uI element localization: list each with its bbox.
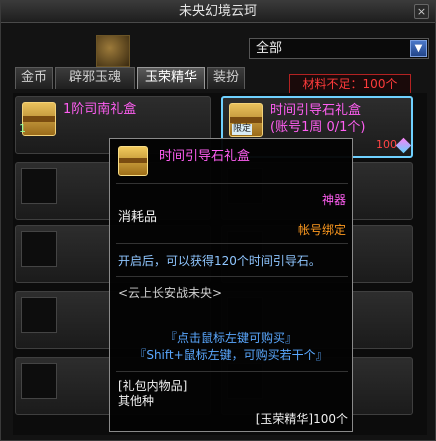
tooltip-flavor: <云上长安战未央>: [118, 286, 223, 300]
insufficient-materials-label: 材料不足：100个: [289, 74, 411, 94]
shop-window: 未央幻境云珂 × 全部 ▼ 金币 辟邪玉魂 玉荣精华 装扮 材料不足：100个 …: [0, 0, 436, 441]
divider: [116, 371, 348, 372]
window-title: 未央幻境云珂: [1, 1, 435, 23]
tab-bixie-yuhun[interactable]: 辟邪玉魂: [55, 67, 135, 89]
gift-box-icon: [22, 102, 56, 136]
tooltip-hint-click: 『点击鼠标左键可购买』: [164, 331, 297, 345]
gift-box-icon: 限定: [229, 103, 263, 137]
divider: [116, 183, 348, 184]
divider: [116, 243, 348, 244]
tooltip-rarity: 神器: [321, 193, 346, 207]
item-tooltip: 时间引导石礼盒 神器 消耗品 帐号绑定 开启后，可以获得120个时间引导石。 <…: [109, 138, 353, 432]
item-name: 时间引导石礼盒 (账号1周 0/1个): [270, 102, 365, 136]
item-limit-text: (账号1周 0/1个): [270, 120, 366, 135]
yurong-essence-icon: [395, 137, 412, 154]
empty-icon-slot: [21, 168, 57, 204]
tooltip-description: 开启后，可以获得120个时间引导石。: [118, 254, 321, 268]
item-name-text: 时间引导石礼盒: [270, 103, 362, 118]
tooltip-title: 时间引导石礼盒: [159, 149, 251, 164]
empty-icon-slot: [21, 363, 57, 399]
tab-gold[interactable]: 金币: [15, 67, 53, 89]
item-quantity: 1: [19, 122, 26, 135]
close-button[interactable]: ×: [414, 4, 429, 19]
tooltip-binding: 帐号绑定: [297, 223, 346, 237]
item-price: 100: [376, 138, 397, 151]
item-name: 1阶司南礼盒: [63, 102, 137, 117]
gift-box-icon: [118, 146, 148, 176]
limited-tag: 限定: [232, 124, 253, 135]
npc-portrait: [96, 35, 130, 67]
tab-yurong-jinghua[interactable]: 玉荣精华: [137, 67, 205, 89]
tab-costume[interactable]: 装扮: [207, 67, 245, 89]
divider: [116, 276, 348, 277]
filter-selected: 全部: [256, 41, 283, 56]
tooltip-cost: [玉荣精华]100个: [255, 412, 348, 426]
empty-icon-slot: [21, 297, 57, 333]
tooltip-hint-shift-click: 『Shift+鼠标左键，可购买若干个』: [134, 348, 328, 362]
tooltip-contents-value: 其他种: [118, 394, 155, 408]
tooltip-category: 消耗品: [118, 210, 158, 225]
chevron-down-icon[interactable]: ▼: [410, 40, 427, 57]
empty-icon-slot: [21, 231, 57, 267]
filter-dropdown[interactable]: 全部 ▼: [249, 38, 429, 59]
